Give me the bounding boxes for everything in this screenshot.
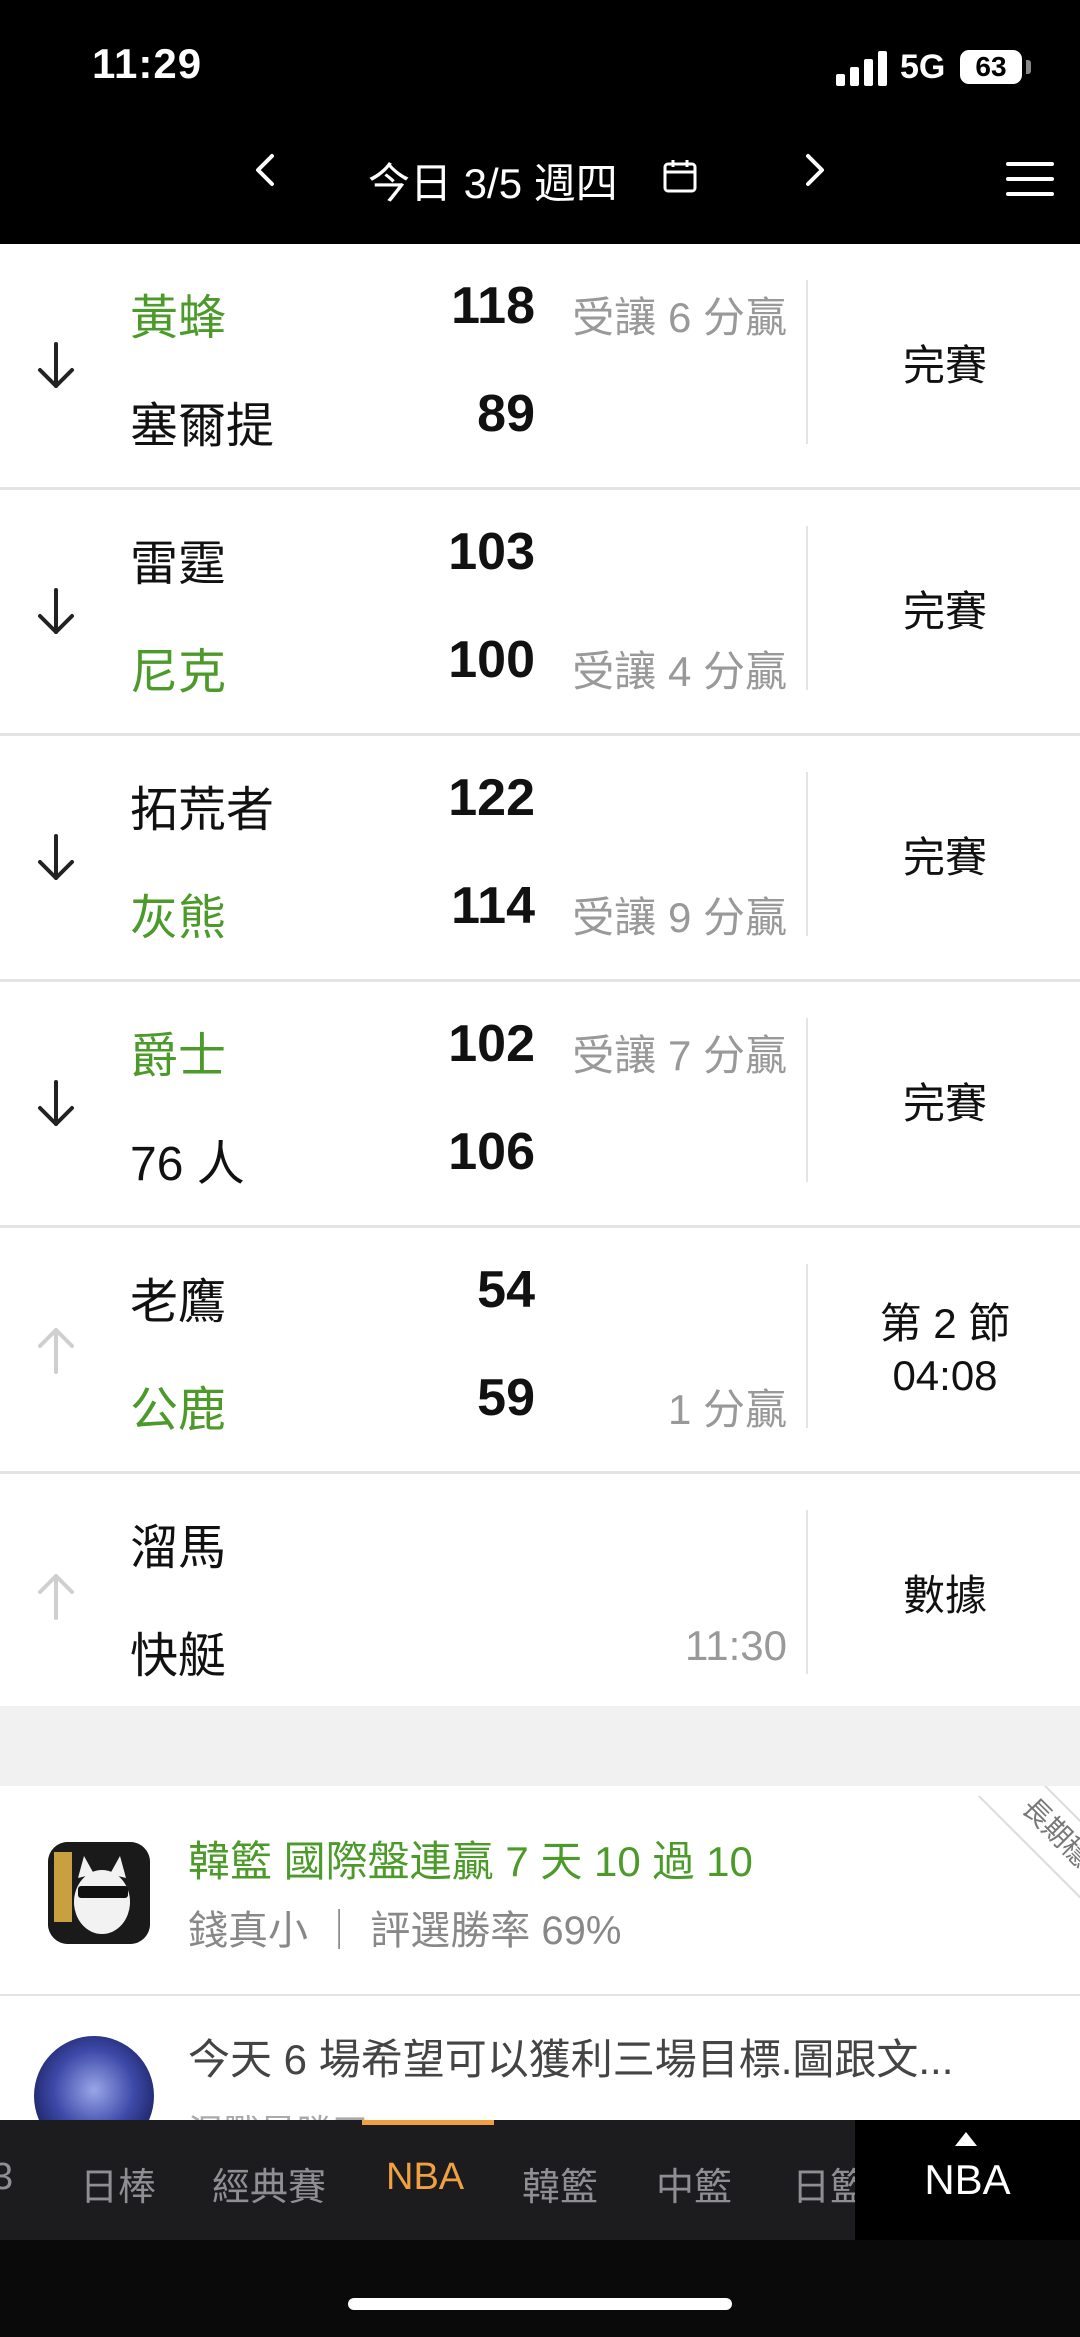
home-result-note: 受讓 7 分贏 — [572, 1032, 787, 1079]
game-start-time: 11:30 — [685, 1622, 787, 1669]
away-score: 89 — [477, 385, 535, 443]
game-row[interactable]: 老鷹 54 公鹿 59 1 分贏 第 2 節 04:08 — [0, 1228, 1080, 1474]
tab-japan-basketball[interactable]: 日籃 — [792, 2156, 855, 2211]
calendar-icon[interactable] — [662, 158, 698, 194]
home-score: 118 — [451, 277, 535, 335]
column-divider — [806, 1018, 808, 1182]
away-team: 灰熊 — [130, 892, 227, 945]
away-team: 塞爾提 — [130, 400, 275, 453]
author-avatar[interactable] — [34, 2036, 154, 2120]
game-status[interactable]: 完賽 — [810, 736, 1080, 979]
tab-nba[interactable]: NBA — [386, 2156, 464, 2199]
home-team: 溜馬 — [130, 1522, 227, 1575]
current-league-label: NBA — [924, 2156, 1011, 2203]
home-team: 黃蜂 — [130, 292, 227, 345]
article-card[interactable]: 今天 6 場希望可以獲利三場目標.圖跟文... 混戰是勝王 — [0, 1996, 1080, 2120]
column-divider — [806, 280, 808, 444]
cat-avatar-icon — [48, 1842, 150, 1944]
game-row[interactable]: 黃蜂 118 受讓 6 分贏 塞爾提 89 完賽 — [0, 244, 1080, 490]
away-team: 尼克 — [130, 646, 227, 699]
home-result-note: 受讓 6 分贏 — [572, 294, 787, 341]
active-tab-indicator — [362, 2120, 494, 2125]
tab-classic[interactable]: 經典賽 — [212, 2156, 326, 2211]
up-arrow-icon[interactable] — [30, 1322, 82, 1378]
league-tab-strip[interactable]: 3 日棒 經典賽 NBA 韓籃 中籃 日籃 — [0, 2120, 855, 2240]
home-team: 雷霆 — [130, 538, 227, 591]
home-team: 拓荒者 — [130, 784, 275, 837]
home-indicator[interactable] — [348, 2298, 732, 2310]
game-status[interactable]: 第 2 節 04:08 — [810, 1228, 1080, 1471]
date-title[interactable]: 今日 3/5 週四 — [368, 150, 618, 211]
article-card[interactable]: 韓籃 國際盤連贏 7 天 10 過 10 錢真小 ｜ 評選勝率 69% 長期穩定 — [0, 1786, 1080, 1996]
network-label: 5G — [900, 48, 946, 86]
game-row[interactable]: 雷霆 103 尼克 100 受讓 4 分贏 完賽 — [0, 490, 1080, 736]
game-status[interactable]: 完賽 — [810, 490, 1080, 733]
status-time: 11:29 — [92, 40, 203, 87]
caret-up-icon — [955, 2132, 977, 2146]
down-arrow-icon[interactable] — [30, 584, 82, 640]
home-score: 122 — [448, 769, 535, 827]
article-title[interactable]: 韓籃 國際盤連贏 7 天 10 過 10 — [188, 1828, 753, 1889]
away-score: 114 — [451, 877, 535, 935]
down-arrow-icon[interactable] — [30, 1076, 82, 1132]
home-team: 爵士 — [130, 1030, 227, 1083]
down-arrow-icon[interactable] — [30, 338, 82, 394]
author-avatar[interactable] — [48, 1842, 150, 1944]
games-list: 黃蜂 118 受讓 6 分贏 塞爾提 89 完賽 雷霆 103 尼克 100 受… — [0, 244, 1080, 1720]
away-score: 59 — [477, 1369, 535, 1427]
signal-icon — [836, 50, 890, 86]
battery-tip — [1026, 60, 1031, 74]
chevron-right-icon[interactable] — [800, 150, 830, 190]
article-author: 混戰是勝王 — [188, 2104, 368, 2120]
away-team: 快艇 — [130, 1630, 227, 1683]
away-team: 公鹿 — [130, 1384, 227, 1437]
home-score: 54 — [477, 1261, 535, 1319]
away-team: 76 人 — [130, 1138, 245, 1191]
down-arrow-icon[interactable] — [30, 830, 82, 886]
corner-ribbon: 長期穩定 — [978, 1786, 1080, 1931]
game-status[interactable]: 數據 — [810, 1474, 1080, 1717]
current-league-selector[interactable]: NBA — [855, 2120, 1080, 2240]
article-title[interactable]: 今天 6 場希望可以獲利三場目標.圖跟文... — [188, 2026, 953, 2087]
section-gap — [0, 1706, 1080, 1786]
article-author: 錢真小 ｜ 評選勝率 69% — [188, 1909, 622, 1953]
hamburger-menu-icon[interactable] — [1006, 162, 1054, 196]
away-result-note: 受讓 9 分贏 — [572, 894, 787, 941]
game-row[interactable]: 溜馬 快艇 11:30 數據 — [0, 1474, 1080, 1720]
away-result-note: 1 分贏 — [667, 1386, 787, 1433]
column-divider — [806, 772, 808, 936]
column-divider — [806, 1264, 808, 1428]
home-team: 老鷹 — [130, 1276, 227, 1329]
tab-japan-baseball[interactable]: 日棒 — [80, 2156, 156, 2211]
chevron-left-icon[interactable] — [250, 150, 280, 190]
column-divider — [806, 1510, 808, 1674]
home-score: 103 — [448, 523, 535, 581]
column-divider — [806, 526, 808, 690]
top-bar: 11:29 5G 63 今日 3/5 週四 — [0, 0, 1080, 244]
battery-icon: 63 — [960, 50, 1022, 84]
tab-partial[interactable]: 3 — [0, 2156, 13, 2199]
away-result-note: 受讓 4 分贏 — [572, 648, 787, 695]
game-row[interactable]: 拓荒者 122 灰熊 114 受讓 9 分贏 完賽 — [0, 736, 1080, 982]
away-score: 100 — [448, 631, 535, 689]
game-status[interactable]: 完賽 — [810, 244, 1080, 487]
home-score: 102 — [448, 1015, 535, 1073]
game-row[interactable]: 爵士 102 受讓 7 分贏 76 人 106 完賽 — [0, 982, 1080, 1228]
away-score: 106 — [448, 1123, 535, 1181]
tab-china-basketball[interactable]: 中籃 — [656, 2156, 732, 2211]
tab-korea-basketball[interactable]: 韓籃 — [522, 2156, 598, 2211]
up-arrow-icon[interactable] — [30, 1568, 82, 1624]
game-status[interactable]: 完賽 — [810, 982, 1080, 1225]
